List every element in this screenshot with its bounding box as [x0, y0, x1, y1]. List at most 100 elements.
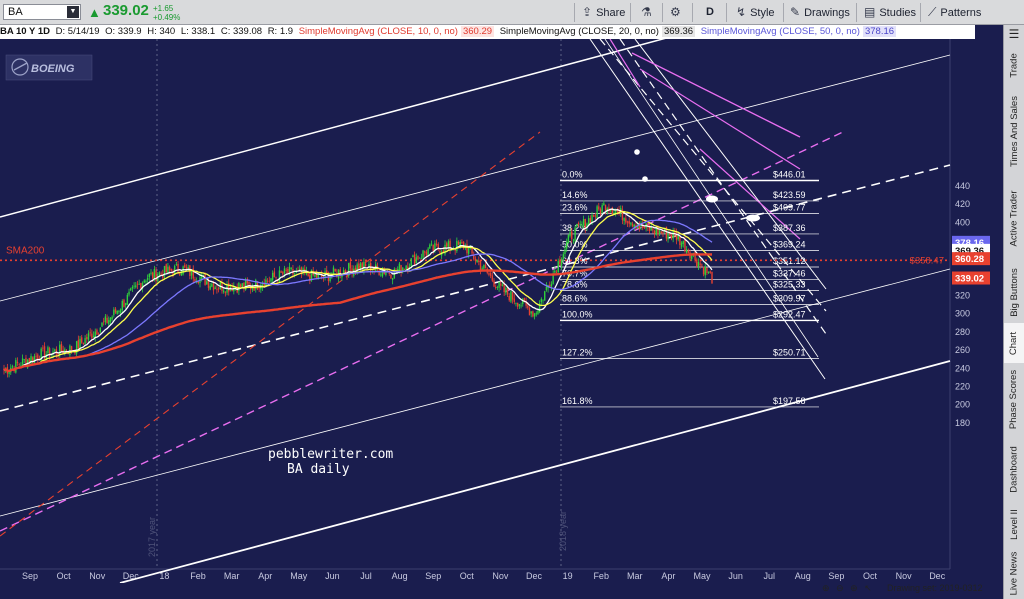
candle-body: [48, 348, 51, 357]
candle-body: [430, 243, 433, 245]
candle-body: [446, 243, 448, 247]
candle-body: [511, 292, 514, 300]
candle-body: [101, 322, 103, 327]
zoom-in-icon[interactable]: ⊕: [850, 583, 858, 593]
fib-level-pct: 100.0%: [562, 309, 593, 319]
flask-icon: ⚗: [641, 5, 652, 19]
candle-body: [349, 262, 352, 269]
drawings-button[interactable]: ✎ Drawings: [790, 0, 850, 25]
candle-body: [601, 205, 603, 213]
candle-body: [528, 308, 531, 316]
candle-body: [104, 316, 107, 322]
settings-button[interactable]: ⚙: [670, 0, 685, 25]
symbol-input[interactable]: BA ▼: [3, 4, 81, 20]
candle-body: [422, 250, 424, 258]
candle-body: [444, 244, 446, 255]
share-button[interactable]: ⇪ Share: [582, 0, 625, 25]
toolbar-divider: [630, 3, 631, 22]
fib-level-price: $197.58: [773, 396, 806, 406]
candle-body: [652, 228, 654, 231]
x-tick-label: Jul: [360, 571, 372, 581]
candle-body: [121, 301, 123, 310]
toolbar-divider: [692, 3, 693, 22]
candle-body: [581, 224, 583, 226]
candle-body: [571, 231, 573, 240]
sidebar-tab-times-and-sales[interactable]: Times And Sales: [1004, 87, 1024, 175]
candle-body: [564, 248, 566, 255]
style-button[interactable]: ↯ Style: [736, 0, 775, 25]
x-tick-label: May: [693, 571, 711, 581]
candle-body: [544, 291, 546, 301]
candle-body: [483, 264, 485, 269]
legend-sma50[interactable]: SimpleMovingAvg (CLOSE, 50, 0, no): [701, 26, 860, 37]
candle-body: [206, 281, 208, 285]
x-tick-label: Oct: [57, 571, 72, 581]
candle-body: [268, 280, 270, 282]
candle-body: [513, 298, 516, 302]
last-price: 339.02: [103, 2, 149, 19]
crosshair-icon[interactable]: ⊕: [822, 583, 830, 593]
sidebar-tab-phase-scores[interactable]: Phase Scores: [1004, 363, 1024, 435]
candle-body: [410, 258, 412, 267]
pivot-marker: [634, 149, 640, 155]
candle-body: [417, 256, 419, 260]
patterns-label: Patterns: [940, 7, 982, 19]
studies-label: Studies: [879, 7, 917, 19]
sidebar-tab-chart[interactable]: Chart: [1004, 323, 1024, 363]
sidebar-tab-trade[interactable]: Trade: [1004, 45, 1024, 85]
candle-body: [97, 333, 100, 335]
legend-symbol[interactable]: BA 10 Y 1D: [0, 26, 50, 37]
sidebar-tab-level-ii[interactable]: Level II: [1004, 501, 1024, 547]
candle-body: [518, 304, 521, 306]
legend-sma20[interactable]: SimpleMovingAvg (CLOSE, 20, 0, no): [500, 26, 659, 37]
zoom-out-icon[interactable]: ⊖: [836, 583, 844, 593]
candle-body: [332, 267, 335, 274]
candle-body: [488, 273, 490, 275]
candle-body: [248, 281, 250, 285]
sma200-label: SMA200: [6, 245, 45, 256]
candle-body: [175, 264, 178, 265]
menu-icon[interactable]: ☰: [1004, 25, 1024, 43]
sidebar-tab-active-trader[interactable]: Active Trader: [1004, 177, 1024, 259]
candle-body: [476, 260, 478, 263]
timeframe-button[interactable]: D: [706, 0, 714, 25]
candle-body: [271, 272, 274, 281]
toolbar-divider: [856, 3, 857, 22]
studies-button[interactable]: ▤ Studies: [864, 0, 916, 25]
x-tick-label: Nov: [896, 571, 913, 581]
candle-body: [403, 268, 406, 270]
candle-body: [160, 273, 162, 275]
candle-body: [533, 313, 536, 317]
sidebar-tab-big-buttons[interactable]: Big Buttons: [1004, 261, 1024, 323]
candle-body: [143, 280, 145, 283]
cursor-icon[interactable]: ↖: [864, 583, 872, 593]
candle-body: [123, 299, 125, 307]
candle-body: [380, 274, 382, 276]
candle-body: [35, 355, 37, 357]
flask-button[interactable]: ⚗: [641, 0, 656, 25]
boeing-logo: BOEING: [5, 54, 93, 81]
candle-body: [413, 254, 416, 265]
patterns-button[interactable]: ⟋ Patterns: [928, 0, 981, 25]
legend-sma10[interactable]: SimpleMovingAvg (CLOSE, 10, 0, no): [299, 26, 458, 37]
candle-body: [704, 266, 706, 276]
price-chart[interactable]: 1802002202402602803003203403603804004204…: [0, 39, 1003, 583]
fib-level-price: $369.24: [773, 239, 806, 249]
candle-body: [415, 257, 417, 264]
candle-body: [273, 271, 276, 278]
candle-body: [228, 283, 230, 292]
sidebar-tab-label: Phase Scores: [1008, 369, 1020, 429]
candle-body: [11, 366, 14, 368]
share-label: Share: [596, 7, 626, 19]
candle-body: [434, 243, 436, 251]
candle-body: [560, 260, 563, 266]
candle-body: [711, 271, 713, 284]
candle-body: [84, 338, 86, 344]
legend-sma20-value: 369.36: [661, 26, 696, 37]
sidebar-tab-live-news[interactable]: Live News: [1004, 547, 1024, 599]
candle-body: [170, 268, 172, 271]
symbol-dropdown-icon[interactable]: ▼: [67, 6, 79, 18]
candle-body: [91, 333, 93, 339]
candle-body: [314, 274, 316, 277]
sidebar-tab-dashboard[interactable]: Dashboard: [1004, 437, 1024, 501]
